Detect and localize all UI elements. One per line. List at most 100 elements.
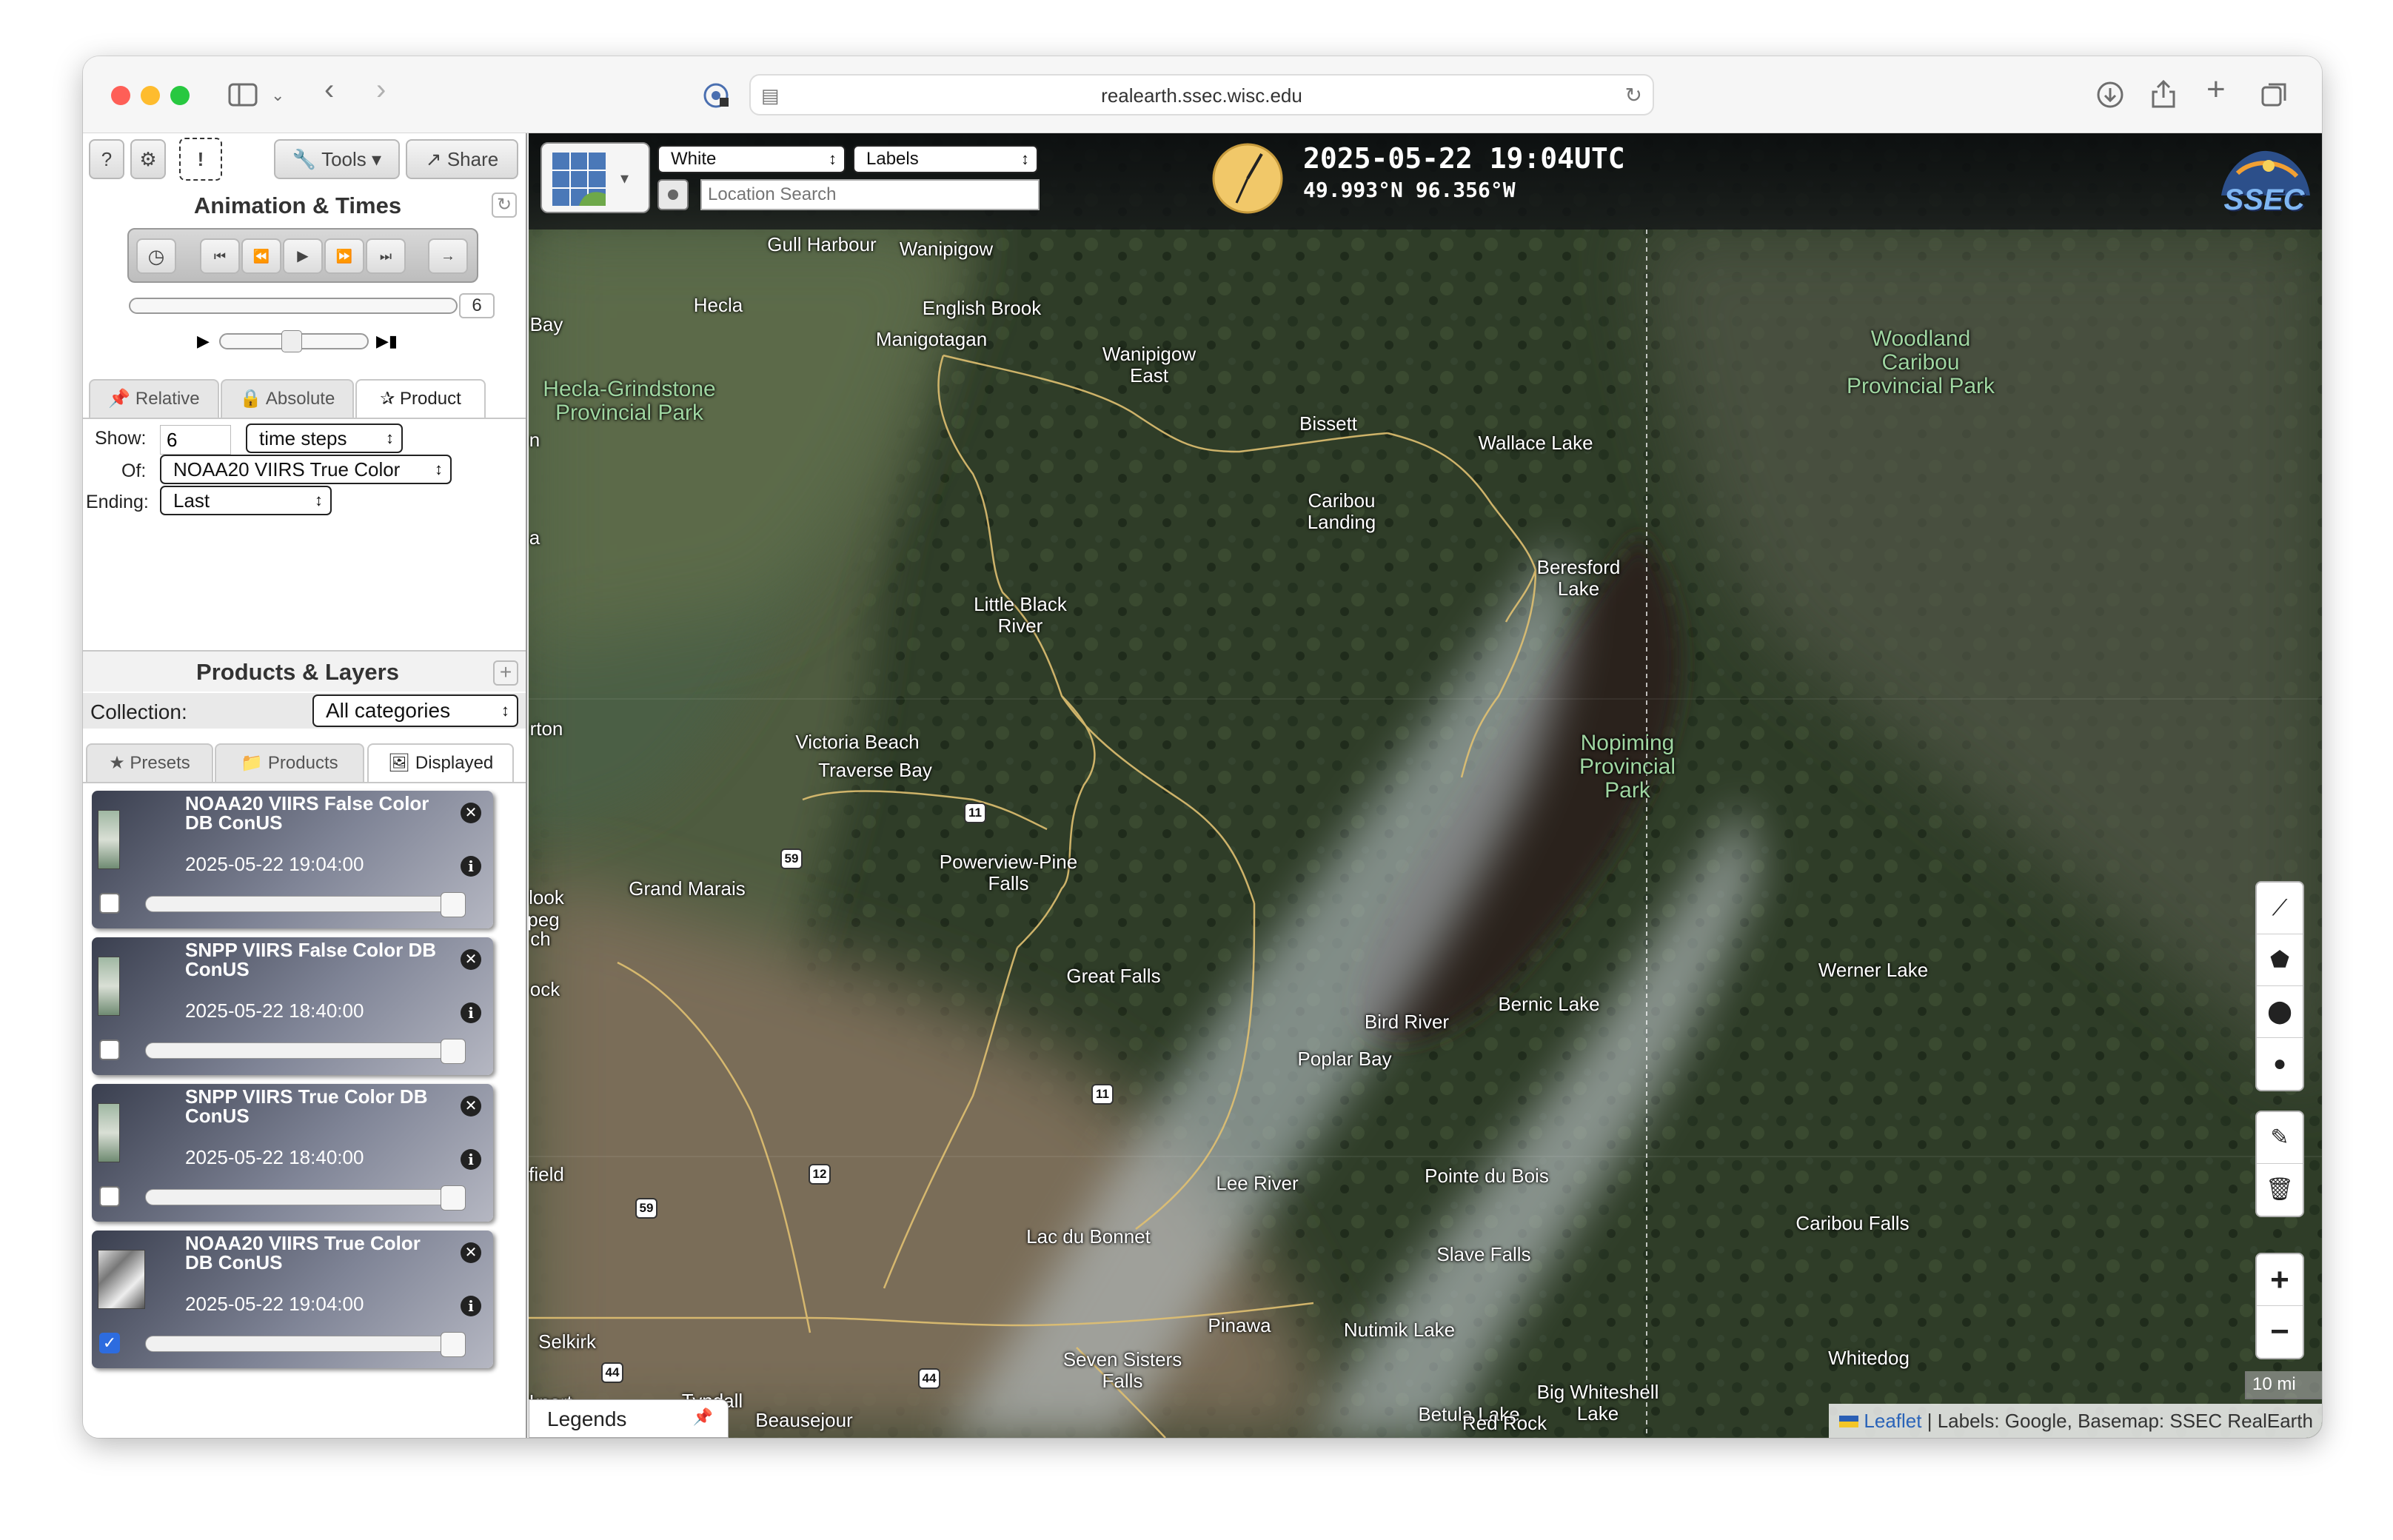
layer-card[interactable]: NOAA20 VIIRS True Color DB ConUS 2025-05…	[92, 1231, 493, 1368]
tab-product[interactable]: ✰ Product	[355, 379, 486, 418]
map-label: Big Whiteshell Lake	[1536, 1381, 1659, 1424]
speed-knob[interactable]	[281, 330, 302, 352]
draw-line-icon[interactable]: ⟋	[2257, 883, 2303, 934]
layer-card[interactable]: SNPP VIIRS True Color DB ConUS 2025-05-2…	[92, 1084, 493, 1222]
step-back-button[interactable]: ⏪	[241, 238, 281, 274]
remove-layer-icon[interactable]: ✕	[461, 1242, 481, 1263]
address-bar[interactable]: ▤ realearth.ssec.wisc.edu ↻	[749, 74, 1654, 116]
opacity-slider[interactable]	[145, 1332, 466, 1357]
layer-time: 2025-05-22 18:40:00	[185, 1000, 364, 1022]
opacity-knob[interactable]	[441, 1332, 466, 1357]
close-window-button[interactable]	[111, 86, 130, 105]
show-count-input[interactable]: 6	[160, 425, 231, 455]
share-icon[interactable]	[2150, 78, 2177, 114]
tab-product-label: Product	[400, 389, 461, 409]
location-search-input[interactable]	[700, 179, 1040, 210]
zoom-in-button[interactable]: +	[2257, 1254, 2303, 1306]
layer-card[interactable]: SNPP VIIRS False Color DB ConUS 2025-05-…	[92, 937, 493, 1075]
remove-layer-icon[interactable]: ✕	[461, 949, 481, 970]
clock-icon[interactable]: ◷	[136, 238, 176, 274]
export-arrow-button[interactable]: →	[428, 238, 468, 274]
tab-overview-icon[interactable]	[2260, 80, 2289, 114]
opacity-slider[interactable]	[145, 892, 466, 917]
lock-icon: 🔒	[239, 389, 262, 409]
map-label: Bay	[529, 313, 563, 335]
leaflet-link[interactable]: Leaflet	[1864, 1410, 1921, 1432]
opacity-slider[interactable]	[145, 1185, 466, 1211]
tab-products[interactable]: 📁 Products	[215, 743, 364, 782]
opacity-knob[interactable]	[441, 892, 466, 917]
first-frame-button[interactable]: ⏮	[200, 238, 240, 274]
ssec-logo[interactable]: SSEC	[2215, 144, 2313, 219]
help-button[interactable]: ?	[89, 139, 124, 179]
settings-button[interactable]: ⚙	[130, 139, 166, 179]
back-arrow-icon[interactable]: ‹	[324, 75, 334, 104]
add-product-icon[interactable]: +	[493, 660, 518, 686]
reload-icon[interactable]: ↻	[1625, 83, 1642, 107]
map-label: Hecla	[693, 294, 743, 316]
minimize-window-button[interactable]	[141, 86, 160, 105]
alert-button[interactable]: !	[179, 138, 222, 181]
tab-absolute[interactable]: 🔒 Absolute	[221, 379, 354, 418]
edit-layers-icon[interactable]: ✎	[2257, 1112, 2303, 1164]
layer-card[interactable]: NOAA20 VIIRS False Color DB ConUS 2025-0…	[92, 791, 493, 928]
privacy-report-icon[interactable]	[702, 81, 730, 114]
scale-bar: 10 mi	[2245, 1371, 2322, 1399]
speed-slider[interactable]	[219, 330, 369, 352]
legends-label: Legends	[547, 1407, 627, 1430]
collection-row: Collection: All categories	[83, 693, 526, 729]
layer-visible-checkbox[interactable]	[99, 1186, 120, 1207]
pin-icon[interactable]: 📌	[693, 1407, 713, 1427]
tools-label: Tools	[321, 148, 367, 170]
map-view[interactable]: ▾ White Labels 2025-05-22 19:04UTC 49.99…	[529, 133, 2322, 1438]
layer-visible-checkbox[interactable]	[99, 1040, 120, 1060]
basemap-select[interactable]: White	[657, 145, 846, 173]
opacity-slider[interactable]	[145, 1039, 466, 1064]
forward-arrow-icon[interactable]: ›	[376, 75, 386, 104]
draw-marker-icon[interactable]: ●	[2257, 1038, 2303, 1090]
step-unit-select[interactable]: time steps	[246, 424, 403, 453]
tools-button[interactable]: 🔧 Tools ▾	[274, 139, 400, 179]
info-icon[interactable]: i	[461, 1149, 481, 1170]
map-label: Seven Sisters Falls	[1062, 1348, 1182, 1392]
layer-time: 2025-05-22 19:04:00	[185, 853, 364, 875]
remove-layer-icon[interactable]: ✕	[461, 803, 481, 823]
url-text: realearth.ssec.wisc.edu	[1101, 84, 1302, 107]
new-tab-icon[interactable]: +	[2206, 73, 2226, 106]
info-icon[interactable]: i	[461, 1296, 481, 1316]
labels-select[interactable]: Labels	[853, 145, 1038, 173]
info-icon[interactable]: i	[461, 856, 481, 877]
chevron-down-icon[interactable]: ⌄	[271, 83, 284, 108]
layer-switcher-button[interactable]: ▾	[540, 142, 650, 213]
sidebar-toggle-icon[interactable]	[228, 82, 258, 112]
frame-slider[interactable]	[129, 298, 458, 314]
map-label: ch	[530, 928, 551, 950]
draw-circle-icon[interactable]: ⬤	[2257, 986, 2303, 1038]
layer-visible-checkbox[interactable]: ✓	[99, 1333, 120, 1353]
zoom-out-button[interactable]: −	[2257, 1306, 2303, 1358]
share-button[interactable]: ↗ Share	[406, 139, 518, 179]
tab-presets[interactable]: ★ Presets	[86, 743, 213, 782]
tab-displayed[interactable]: 🖼 Displayed	[367, 743, 514, 782]
last-frame-button[interactable]: ⏭	[366, 238, 406, 274]
location-button[interactable]	[657, 179, 689, 210]
map-label: Powerview-Pine Falls	[939, 851, 1078, 894]
legends-panel[interactable]: Legends 📌	[529, 1399, 729, 1438]
tab-relative[interactable]: 📌 Relative	[89, 379, 219, 418]
draw-polygon-icon[interactable]: ⬟	[2257, 934, 2303, 986]
play-button[interactable]: ▶	[283, 238, 323, 274]
remove-layer-icon[interactable]: ✕	[461, 1096, 481, 1116]
collection-select[interactable]: All categories	[312, 694, 518, 727]
product-select[interactable]: NOAA20 VIIRS True Color	[160, 455, 452, 484]
maximize-window-button[interactable]	[170, 86, 190, 105]
opacity-knob[interactable]	[441, 1185, 466, 1211]
trash-icon[interactable]: 🗑	[2257, 1164, 2303, 1216]
refresh-icon[interactable]: ↻	[492, 192, 517, 218]
info-icon[interactable]: i	[461, 1002, 481, 1023]
step-forward-button[interactable]: ⏩	[324, 238, 364, 274]
tab-displayed-label: Displayed	[415, 753, 494, 773]
opacity-knob[interactable]	[441, 1039, 466, 1064]
ending-select[interactable]: Last	[160, 486, 332, 515]
downloads-icon[interactable]	[2095, 80, 2125, 114]
layer-visible-checkbox[interactable]	[99, 893, 120, 914]
